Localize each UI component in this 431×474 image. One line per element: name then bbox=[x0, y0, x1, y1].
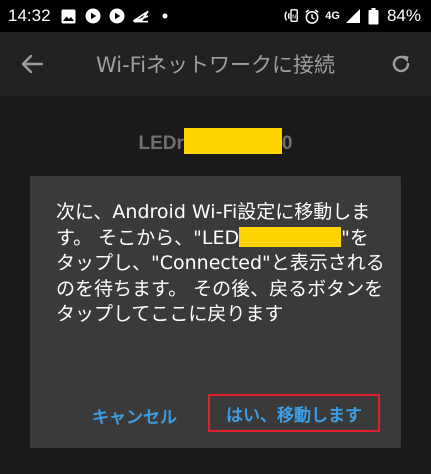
image-icon bbox=[61, 8, 77, 24]
youtube-icon bbox=[109, 8, 125, 24]
app-bar: Wi-Fiネットワークに接続 bbox=[0, 32, 431, 96]
back-button[interactable] bbox=[18, 50, 46, 78]
svg-text:N: N bbox=[292, 15, 296, 21]
nfc-icon: N bbox=[283, 8, 299, 24]
screen: 14:32 N 4G 84% Wi-Fiネットワークに接続 LEDr 0 次に、… bbox=[0, 0, 431, 474]
arrow-send-icon bbox=[132, 8, 149, 24]
refresh-icon bbox=[392, 55, 410, 73]
status-time: 14:32 bbox=[8, 6, 51, 25]
battery-icon bbox=[366, 7, 382, 24]
redaction-block bbox=[183, 128, 282, 154]
arrow-left-icon bbox=[21, 54, 43, 74]
page-title: Wi-Fiネットワークに接続 bbox=[95, 53, 336, 77]
network-type: 4G bbox=[325, 10, 340, 22]
battery-percentage: 84% bbox=[386, 6, 421, 25]
youtube-icon bbox=[85, 8, 101, 24]
status-notification-icons bbox=[61, 8, 173, 24]
confirm-go-button[interactable]: はい、移動します bbox=[208, 394, 380, 432]
status-bar: 14:32 N 4G 84% bbox=[0, 0, 431, 32]
device-name-heading: LEDr 0 bbox=[0, 128, 431, 155]
device-name-prefix: LEDr bbox=[138, 133, 184, 154]
cancel-button[interactable]: キャンセル bbox=[92, 398, 177, 432]
device-name-suffix: 0 bbox=[281, 133, 293, 154]
status-system-icons: N 4G 84% bbox=[283, 6, 421, 26]
dialog-actions: キャンセル はい、移動します bbox=[30, 394, 401, 434]
refresh-button[interactable] bbox=[387, 50, 415, 78]
redaction-block bbox=[239, 226, 342, 247]
confirm-dialog: 次に、Android Wi-Fi設定に移動します。 そこから、"LED "をタップ… bbox=[30, 176, 401, 448]
dot-icon bbox=[157, 8, 173, 24]
signal-icon bbox=[345, 8, 361, 24]
dialog-message: 次に、Android Wi-Fi設定に移動します。 そこから、"LED "をタップ… bbox=[56, 200, 386, 328]
alarm-icon bbox=[304, 8, 320, 24]
